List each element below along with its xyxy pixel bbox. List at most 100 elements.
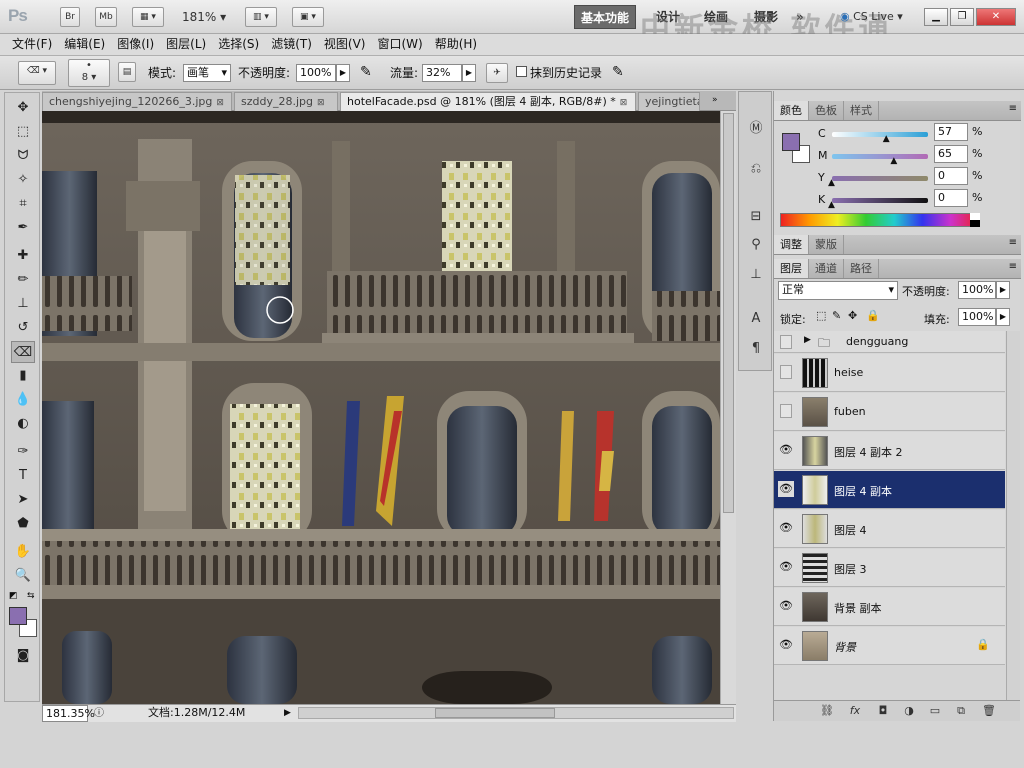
cyan-input[interactable]: 57 [934, 123, 968, 141]
minimize-button[interactable]: ▁ [924, 8, 948, 26]
tab-document[interactable]: chengshiyejing_120266_3.jpg ⊠ [42, 92, 232, 111]
link-icon[interactable]: ⛓ [818, 703, 836, 719]
bridge-button[interactable]: Br [60, 7, 80, 27]
restore-button[interactable]: ❐ [950, 8, 974, 26]
lock-all-icon[interactable]: 🔒 [866, 309, 880, 322]
color-ramp[interactable] [780, 213, 980, 227]
layer-row[interactable]: 👁 图层 4 [774, 510, 1005, 548]
character-icon[interactable]: A [744, 308, 768, 330]
dodge-tool-icon[interactable]: ◐ [11, 413, 35, 435]
eyedropper-tool-icon[interactable]: ✒ [11, 217, 35, 239]
visibility-toggle[interactable] [780, 335, 792, 349]
erase-to-history-checkbox[interactable] [516, 66, 527, 77]
yellow-slider[interactable] [832, 176, 928, 181]
zoom-field[interactable]: 181.35% [42, 705, 95, 722]
blur-tool-icon[interactable]: 💧 [11, 389, 35, 411]
layer-opacity-input[interactable]: 100% [958, 281, 996, 299]
fx-icon[interactable]: fx [846, 703, 864, 719]
move-tool-icon[interactable]: ✥ [11, 97, 35, 119]
gradient-tool-icon[interactable]: ▮ [11, 365, 35, 387]
tab-adjustments[interactable]: 调整 [774, 235, 809, 254]
slider-handle-icon[interactable]: ▲ [883, 134, 890, 144]
layer-group-row[interactable]: ▶ 🗀 dengguang [774, 331, 1005, 353]
layer-row[interactable]: fuben [774, 393, 1005, 431]
arrange-documents-button[interactable]: ▥ ▾ [245, 7, 277, 27]
scrollbar-thumb[interactable] [723, 113, 734, 513]
tab-document-active[interactable]: hotelFacade.psd @ 181% (图层 4 副本, RGB/8#)… [340, 92, 636, 111]
menu-image[interactable]: 图像(I) [111, 34, 160, 55]
clone-stamp-tool-icon[interactable]: ⊥ [11, 293, 35, 315]
menu-help[interactable]: 帮助(H) [429, 34, 483, 55]
clone-source-icon[interactable]: ⚲ [744, 234, 768, 256]
menu-window[interactable]: 窗口(W) [371, 34, 428, 55]
pen-tool-icon[interactable]: ✑ [11, 441, 35, 463]
eye-icon[interactable]: 👁 [778, 559, 794, 575]
mini-bridge-icon[interactable]: Ⓜ [744, 118, 768, 140]
crop-tool-icon[interactable]: ⌗ [11, 193, 35, 215]
tool-presets-icon[interactable]: ⊥ [744, 264, 768, 286]
brush-preset-picker[interactable]: • 8 ▾ [68, 59, 110, 87]
black-slider[interactable] [832, 198, 928, 203]
close-icon[interactable]: ⊠ [317, 98, 325, 108]
slider-handle-icon[interactable]: ▲ [890, 156, 897, 166]
yellow-input[interactable]: 0 [934, 167, 968, 185]
visibility-toggle[interactable] [780, 404, 792, 418]
pressure-size-icon[interactable]: ✎ [612, 64, 624, 80]
lock-transparency-icon[interactable]: ⬚ [816, 309, 826, 322]
quick-select-tool-icon[interactable]: ✧ [11, 169, 35, 191]
trash-icon[interactable]: 🗑 [980, 703, 998, 719]
tab-document[interactable]: yejingtieta [638, 92, 700, 111]
layer-row[interactable]: 👁 图层 4 副本 2 [774, 432, 1005, 470]
mode-select[interactable]: 画笔 ▾ [183, 64, 231, 82]
zoom-level[interactable]: 181% ▾ [182, 10, 226, 24]
canvas-vertical-scrollbar[interactable] [720, 111, 736, 704]
layer-opacity-slider-button[interactable]: ▶ [996, 281, 1010, 299]
tool-preset-picker[interactable]: ⌫ ▾ [18, 61, 56, 85]
tab-document[interactable]: szddy_28.jpg ⊠ [234, 92, 338, 111]
menu-edit[interactable]: 编辑(E) [58, 34, 111, 55]
marquee-tool-icon[interactable]: ⬚ [11, 121, 35, 143]
canvas-horizontal-scrollbar[interactable] [298, 707, 734, 719]
lock-position-icon[interactable]: ✥ [848, 309, 857, 322]
menu-select[interactable]: 选择(S) [212, 34, 265, 55]
shape-tool-icon[interactable]: ⬟ [11, 513, 35, 535]
folder-icon[interactable]: ▭ [926, 703, 944, 719]
paragraph-icon[interactable]: ¶ [744, 338, 768, 360]
scrollbar-thumb[interactable] [435, 708, 555, 718]
quick-mask-icon[interactable]: ◙ [11, 645, 35, 667]
blend-mode-select[interactable]: 正常 ▾ [778, 281, 898, 300]
slider-handle-icon[interactable]: ▲ [828, 200, 835, 210]
menu-filter[interactable]: 滤镜(T) [265, 34, 318, 55]
document-canvas[interactable] [42, 111, 720, 704]
close-button[interactable]: ✕ [976, 8, 1016, 26]
zoom-tool-icon[interactable]: 🔍 [11, 565, 35, 587]
tab-color[interactable]: 颜色 [774, 101, 809, 120]
brush-panel-toggle[interactable]: ▤ [118, 62, 136, 82]
cs-live-button[interactable]: ◉ CS Live ▾ [840, 10, 903, 23]
airbrush-toggle[interactable]: ✈ [486, 63, 508, 83]
foreground-color-swatch[interactable] [9, 607, 27, 625]
healing-brush-tool-icon[interactable]: ✚ [11, 245, 35, 267]
pressure-opacity-icon[interactable]: ✎ [360, 64, 372, 80]
panel-menu-icon[interactable]: ≡ [1009, 261, 1017, 272]
fill-input[interactable]: 100% [958, 308, 996, 326]
tab-paths[interactable]: 路径 [844, 259, 879, 278]
flow-slider-button[interactable]: ▶ [462, 64, 476, 82]
eye-icon[interactable]: 👁 [778, 442, 794, 458]
new-layer-icon[interactable]: ⧉ [952, 703, 970, 719]
close-icon[interactable]: ⊠ [620, 98, 628, 108]
color-foreground-swatch[interactable] [782, 133, 800, 151]
black-input[interactable]: 0 [934, 189, 968, 207]
view-extras-button[interactable]: ▦ ▾ [132, 7, 164, 27]
screen-mode-button[interactable]: ▣ ▾ [292, 7, 324, 27]
opacity-input[interactable]: 100% [296, 64, 336, 82]
layer-row[interactable]: 👁 背景 副本 [774, 588, 1005, 626]
layer-row[interactable]: 👁 图层 3 [774, 549, 1005, 587]
visibility-toggle[interactable] [780, 365, 792, 379]
history-brush-tool-icon[interactable]: ↺ [11, 317, 35, 339]
brush-presets-icon[interactable]: ⊟ [744, 206, 768, 228]
path-select-tool-icon[interactable]: ➤ [11, 489, 35, 511]
panel-menu-icon[interactable]: ≡ [1009, 103, 1017, 114]
layer-row-selected[interactable]: 👁 图层 4 副本 [774, 471, 1005, 509]
lasso-tool-icon[interactable]: ᗢ [11, 145, 35, 167]
